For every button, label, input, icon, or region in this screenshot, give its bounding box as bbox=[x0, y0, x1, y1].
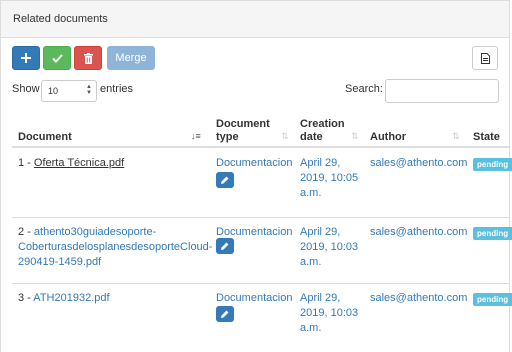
date-line: a.m. bbox=[300, 256, 322, 268]
column-header-document[interactable]: Document bbox=[18, 131, 72, 144]
panel-title: Related documents bbox=[13, 13, 108, 25]
date-line: a.m. bbox=[300, 322, 322, 334]
status-badge: pending bbox=[473, 293, 512, 306]
confirm-button[interactable] bbox=[43, 46, 71, 70]
document-link-line[interactable]: 290419-1459.pdf bbox=[18, 255, 212, 270]
header-type-line1: Document bbox=[216, 118, 270, 130]
search-label: Search: bbox=[345, 83, 383, 95]
date-line: April 29, bbox=[300, 226, 341, 238]
show-label: Show bbox=[12, 83, 40, 95]
panel-heading: Related documents bbox=[1, 1, 509, 38]
merge-button[interactable]: Merge bbox=[107, 46, 155, 70]
header-date-line1: Creation bbox=[300, 118, 345, 130]
header-divider bbox=[12, 146, 510, 148]
add-document-button[interactable] bbox=[12, 46, 40, 70]
trash-icon bbox=[83, 52, 93, 64]
author-link[interactable]: sales@athento.com bbox=[370, 291, 467, 306]
table-row-document: 2 - athento30guiadesoporte- Coberturasde… bbox=[18, 225, 212, 270]
date-line: 2019, 10:03 bbox=[300, 241, 359, 253]
column-header-author[interactable]: Author bbox=[370, 131, 406, 144]
entries-label: entries bbox=[100, 83, 134, 95]
header-type-line2: type bbox=[216, 131, 239, 143]
header-date-line2: date bbox=[300, 131, 323, 143]
search-input[interactable] bbox=[385, 79, 499, 103]
sort-icon[interactable]: ⇅ bbox=[351, 131, 359, 142]
entries-select[interactable]: 10 ▲ ▼ bbox=[41, 80, 97, 102]
delete-button[interactable] bbox=[74, 46, 102, 70]
document-type-link[interactable]: Documentacion bbox=[216, 156, 292, 171]
creation-date: April 29, 2019, 10:03 a.m. bbox=[300, 291, 358, 336]
column-header-creation-date[interactable]: Creation date bbox=[300, 118, 345, 144]
status-badge: pending bbox=[473, 158, 512, 171]
sort-icon[interactable]: ⇅ bbox=[452, 131, 460, 142]
row-divider bbox=[12, 283, 510, 284]
edit-type-button[interactable] bbox=[216, 306, 234, 322]
document-type-link[interactable]: Documentacion bbox=[216, 291, 292, 306]
check-icon bbox=[51, 53, 63, 63]
date-line: 2019, 10:03 bbox=[300, 307, 359, 319]
document-link-line[interactable]: CoberturasdelosplanesdesoporteCloud- bbox=[18, 240, 212, 255]
column-header-state[interactable]: State bbox=[473, 131, 500, 144]
edit-type-button[interactable] bbox=[216, 238, 234, 254]
row-divider bbox=[12, 217, 510, 218]
pencil-icon bbox=[221, 310, 229, 318]
creation-date: April 29, 2019, 10:03 a.m. bbox=[300, 225, 358, 270]
sort-active-icon[interactable]: ↓≡ bbox=[191, 131, 201, 141]
entries-select-value: 10 bbox=[48, 86, 59, 96]
row-number: 2 - bbox=[18, 226, 34, 238]
creation-date: April 29, 2019, 10:05 a.m. bbox=[300, 156, 358, 201]
plus-icon bbox=[21, 53, 31, 63]
sort-icon[interactable]: ⇅ bbox=[281, 131, 289, 142]
column-header-document-type[interactable]: Document type bbox=[216, 118, 270, 144]
status-badge: pending bbox=[473, 227, 512, 240]
date-line: 2019, 10:05 bbox=[300, 172, 359, 184]
edit-type-button[interactable] bbox=[216, 172, 234, 188]
author-link[interactable]: sales@athento.com bbox=[370, 225, 467, 240]
document-link[interactable]: ATH201932.pdf bbox=[33, 292, 109, 304]
export-button[interactable] bbox=[472, 46, 498, 70]
row-number: 3 - bbox=[18, 292, 34, 304]
table-row-document: 1 - Oferta Técnica.pdf bbox=[18, 156, 124, 171]
date-line: April 29, bbox=[300, 157, 341, 169]
author-link[interactable]: sales@athento.com bbox=[370, 156, 467, 171]
document-link[interactable]: Oferta Técnica.pdf bbox=[34, 157, 124, 169]
file-icon bbox=[480, 52, 490, 64]
pencil-icon bbox=[221, 176, 229, 184]
document-link[interactable]: athento30guiadesoporte- bbox=[34, 226, 156, 238]
date-line: April 29, bbox=[300, 292, 341, 304]
table-row-document: 3 - ATH201932.pdf bbox=[18, 291, 110, 306]
pencil-icon bbox=[221, 242, 229, 250]
date-line: a.m. bbox=[300, 187, 322, 199]
row-number: 1 - bbox=[18, 157, 34, 169]
select-arrows-icon: ▲ ▼ bbox=[86, 84, 92, 96]
